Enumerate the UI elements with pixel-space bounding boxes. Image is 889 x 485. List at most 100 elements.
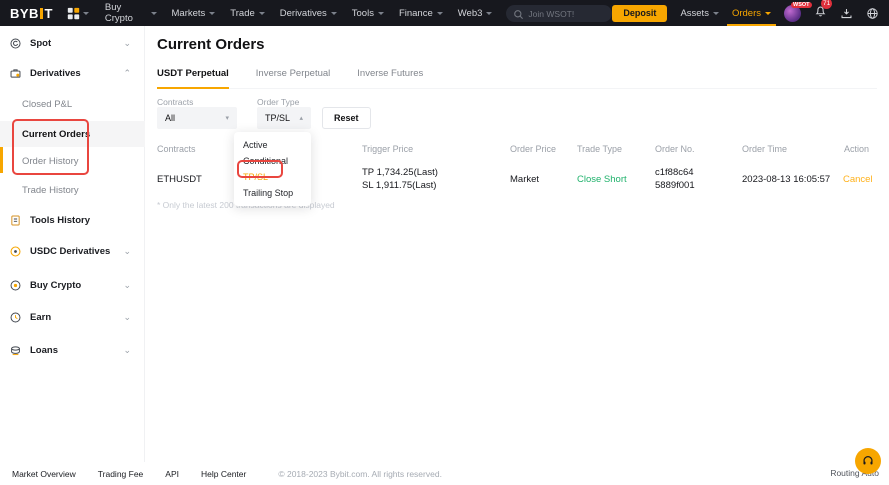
orders-menu[interactable]: Orders	[732, 0, 771, 26]
nav-label: Web3	[458, 8, 483, 19]
nav-label: Derivatives	[280, 8, 327, 19]
headset-icon	[861, 454, 875, 468]
sidebar-item-label: Tools History	[30, 215, 90, 226]
language-button[interactable]	[866, 7, 879, 20]
nav-web3[interactable]: Web3	[458, 8, 493, 19]
sidebar-item-order-history[interactable]: Order History	[0, 151, 145, 171]
sidebar-item-current-orders[interactable]: Current Orders	[0, 121, 145, 147]
order-type-dropdown-menu: Active Conditional TP/SL Trailing Stop	[234, 132, 311, 206]
order-no-line1: c1f88c64	[655, 166, 742, 179]
assets-menu[interactable]: Assets	[680, 0, 719, 26]
usdc-coin-icon	[9, 245, 22, 258]
nav-derivatives[interactable]: Derivatives	[280, 8, 337, 19]
menu-item-conditional[interactable]: Conditional	[234, 153, 311, 169]
tab-usdt-perpetual[interactable]: USDT Perpetual	[157, 68, 229, 89]
copyright-text: © 2018-2023 Bybit.com. All rights reserv…	[278, 469, 442, 479]
deposit-button[interactable]: Deposit	[612, 5, 667, 22]
trigger-tp-line: TP 1,734.25(Last)	[362, 166, 510, 179]
cancel-order-button[interactable]: Cancel	[843, 174, 881, 185]
cell-trade-type: Close Short	[577, 174, 655, 185]
nav-buy-crypto[interactable]: Buy Crypto	[105, 2, 157, 24]
sidebar-item-spot[interactable]: Spot ⌄	[0, 33, 145, 53]
nav-label: Tools	[352, 8, 374, 19]
contracts-filter-label: Contracts	[157, 97, 193, 107]
tab-inverse-futures[interactable]: Inverse Futures	[357, 68, 423, 88]
order-type-select[interactable]: TP/SL ▴	[257, 107, 311, 129]
derivatives-briefcase-icon	[9, 67, 22, 80]
bybit-logo[interactable]: BYBT	[10, 6, 53, 21]
apps-grid-icon[interactable]	[67, 7, 89, 20]
chevron-down-icon: ⌄	[123, 346, 131, 355]
caret-down-icon	[486, 12, 492, 15]
sidebar-item-tools-history[interactable]: Tools History	[0, 210, 145, 230]
caret-down-icon	[331, 12, 337, 15]
spot-coin-icon	[9, 37, 22, 50]
caret-up-icon: ▴	[299, 114, 303, 122]
logo-i-bar	[40, 8, 43, 19]
column-header-order-price: Order Price	[510, 144, 577, 154]
caret-down-icon	[209, 12, 215, 15]
column-header-trade-type: Trade Type	[577, 144, 655, 154]
sidebar-item-buy-crypto[interactable]: Buy Crypto ⌄	[0, 275, 145, 295]
footer: Market Overview Trading Fee API Help Cen…	[0, 462, 889, 485]
customer-support-button[interactable]	[855, 448, 881, 474]
nav-trade[interactable]: Trade	[230, 8, 264, 19]
reset-button[interactable]: Reset	[322, 107, 371, 129]
sidebar-item-label: Loans	[30, 345, 58, 356]
orders-label: Orders	[732, 8, 761, 19]
bybit-orders-page: BYBT Buy Crypto Markets Trade Derivative…	[0, 0, 889, 485]
sidebar-item-label: Closed P&L	[22, 99, 72, 110]
order-type-filter-label: Order Type	[257, 97, 299, 107]
globe-icon	[866, 7, 879, 20]
sidebar-item-label: Derivatives	[30, 68, 81, 79]
notifications-button[interactable]: 71	[814, 4, 827, 22]
footer-link-market-overview[interactable]: Market Overview	[12, 469, 76, 479]
cell-trigger-price: TP 1,734.25(Last) SL 1,911.75(Last)	[362, 166, 510, 192]
nav-markets[interactable]: Markets	[172, 8, 216, 19]
tab-inverse-perpetual[interactable]: Inverse Perpetual	[256, 68, 330, 88]
caret-down-icon	[765, 12, 771, 15]
sidebar-item-closed-pnl[interactable]: Closed P&L	[0, 94, 145, 114]
chevron-down-icon: ⌄	[123, 39, 131, 48]
caret-down-icon	[437, 12, 443, 15]
sidebar-item-loans[interactable]: Loans ⌄	[0, 340, 145, 360]
header-search	[506, 4, 612, 23]
page-title: Current Orders	[157, 36, 265, 53]
caret-down-icon: ▾	[225, 114, 229, 122]
sidebar-item-label: Spot	[30, 38, 51, 49]
account-avatar[interactable]: WSOT	[784, 5, 801, 22]
sidebar-item-derivatives[interactable]: Derivatives ⌃	[0, 63, 145, 83]
column-header-order-no: Order No.	[655, 144, 742, 154]
loans-coins-icon	[9, 344, 22, 357]
sidebar-item-label: Trade History	[22, 185, 79, 196]
nav-tools[interactable]: Tools	[352, 8, 384, 19]
column-header-trigger-price: Trigger Price	[362, 144, 510, 154]
nav-label: Buy Crypto	[105, 2, 147, 24]
sidebar-item-label: Current Orders	[22, 129, 90, 140]
contracts-select[interactable]: All ▾	[157, 107, 237, 129]
orders-active-underline	[727, 24, 776, 26]
nav-finance[interactable]: Finance	[399, 8, 443, 19]
order-type-select-value: TP/SL	[265, 113, 290, 123]
caret-down-icon	[713, 12, 719, 15]
contract-type-tabs: USDT Perpetual Inverse Perpetual Inverse…	[157, 68, 877, 89]
sidebar-item-usdc-derivatives[interactable]: USDC Derivatives ⌄	[0, 241, 145, 261]
cell-order-time: 2023-08-13 16:05:57	[742, 174, 843, 185]
earn-clock-icon	[9, 311, 22, 324]
trigger-sl-line: SL 1,911.75(Last)	[362, 179, 510, 192]
footer-link-trading-fee[interactable]: Trading Fee	[98, 469, 144, 479]
footer-link-api[interactable]: API	[165, 469, 179, 479]
sidebar-item-trade-history[interactable]: Trade History	[0, 180, 145, 200]
sidebar-item-label: Buy Crypto	[30, 280, 81, 291]
menu-item-active[interactable]: Active	[234, 137, 311, 153]
menu-item-trailing-stop[interactable]: Trailing Stop	[234, 185, 311, 201]
download-icon	[840, 7, 853, 20]
nav-label: Trade	[230, 8, 254, 19]
footer-link-help-center[interactable]: Help Center	[201, 469, 246, 479]
sidebar-item-earn[interactable]: Earn ⌄	[0, 307, 145, 327]
menu-item-tpsl[interactable]: TP/SL	[234, 169, 311, 185]
sidebar-item-label: Order History	[22, 156, 78, 167]
contracts-select-value: All	[165, 113, 175, 123]
sidebar-item-label: USDC Derivatives	[30, 246, 110, 257]
download-app-button[interactable]	[840, 7, 853, 20]
